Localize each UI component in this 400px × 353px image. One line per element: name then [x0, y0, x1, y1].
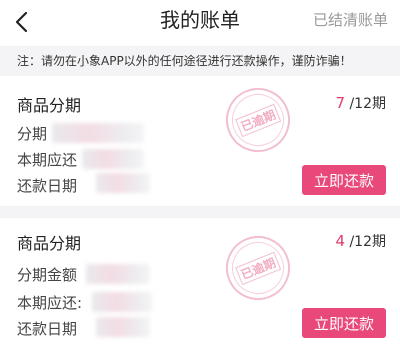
redacted-value [92, 292, 152, 312]
nav-bar: 我的账单 已结清账单 [0, 0, 400, 44]
total-period: /12期 [349, 234, 386, 250]
current-period: 7 [335, 94, 346, 112]
bill-card: 商品分期 4 /12期 已逾期 分期金额 本期应还: 还款日期 立即还款 [0, 218, 400, 353]
redacted-value [82, 149, 144, 169]
current-period: 4 [335, 232, 346, 250]
installment-period: 7 /12期 [335, 93, 386, 113]
due-date-label: 还款日期 [17, 177, 78, 195]
redacted-value [96, 173, 150, 193]
total-period: /12期 [349, 96, 386, 112]
installment-period: 4 /12期 [335, 231, 386, 251]
redacted-value [96, 317, 150, 337]
card-divider [0, 206, 400, 218]
repay-now-button[interactable]: 立即还款 [302, 308, 386, 338]
redacted-value [52, 123, 144, 143]
settled-bills-link[interactable]: 已结清账单 [313, 0, 388, 44]
overdue-stamp-label: 已逾期 [234, 103, 282, 137]
fraud-notice-banner: 注：请勿在小象APP以外的任何途径进行还款操作，谨防诈骗！ [0, 46, 400, 76]
redacted-value [86, 264, 150, 284]
due-date-label: 还款日期 [17, 320, 78, 338]
installment-amount-label: 分期金额 [17, 266, 78, 284]
overdue-stamp: 已逾期 [216, 226, 300, 310]
bill-card: 商品分期 7 /12期 已逾期 分期 本期应还 还款日期 立即还款 [0, 78, 400, 206]
current-due-label: 本期应还 [17, 151, 78, 169]
product-name: 商品分期 [17, 96, 82, 115]
repay-now-button[interactable]: 立即还款 [302, 165, 386, 195]
installment-amount-label: 分期 [17, 125, 48, 143]
current-due-label: 本期应还: [17, 294, 83, 312]
overdue-stamp: 已逾期 [216, 78, 300, 162]
product-name: 商品分期 [17, 234, 82, 253]
overdue-stamp-label: 已逾期 [234, 251, 282, 285]
